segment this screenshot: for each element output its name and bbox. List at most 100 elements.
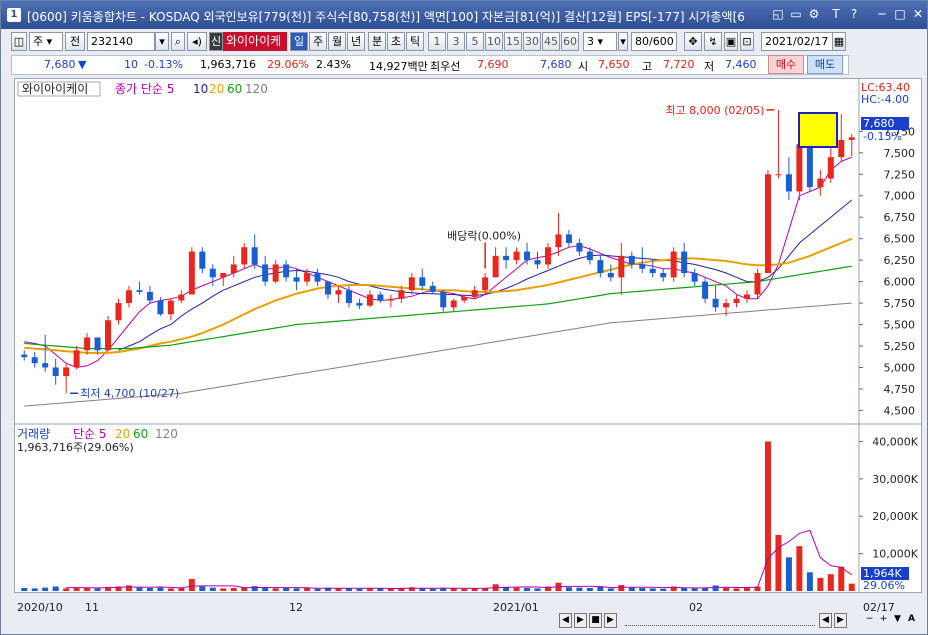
candle-body: [314, 273, 321, 282]
volume-legend-period: 120: [155, 427, 178, 441]
tick-3[interactable]: 3: [447, 32, 465, 51]
volume-bar: [387, 588, 394, 591]
nav-first-icon[interactable]: ◀: [559, 613, 572, 628]
best-ask: 7,690: [477, 58, 509, 71]
nav-plus-icon[interactable]: +: [877, 613, 890, 628]
interval-select[interactable]: 3 ▾: [583, 32, 617, 51]
candle-body: [136, 290, 143, 292]
best-bid: 7,680: [540, 58, 572, 71]
volume-bar: [429, 588, 436, 591]
speaker-icon[interactable]: ◂): [187, 32, 207, 51]
buy-button[interactable]: 매수: [768, 55, 804, 74]
period-minute[interactable]: 분: [368, 32, 386, 51]
volume-bar: [649, 588, 656, 591]
candle-body: [534, 260, 541, 265]
code-dropdown-icon[interactable]: ▾: [155, 32, 169, 51]
chart-area[interactable]: 7,750 7,500 7,250 7,000 6,750 6,500 6,250 6,000…: [14, 78, 922, 614]
settings-icon[interactable]: ⚙: [807, 7, 821, 22]
search-icon[interactable]: ⌕: [171, 32, 185, 51]
count-input[interactable]: 80/600: [631, 32, 677, 51]
period-second[interactable]: 초: [387, 32, 405, 51]
last-change-label: -0.13%: [863, 130, 902, 143]
volume-bar: [848, 583, 855, 591]
layout-icon[interactable]: ▭: [789, 7, 803, 22]
period-select[interactable]: 주 ▾: [29, 32, 63, 51]
period-week[interactable]: 주: [309, 32, 327, 51]
volume-ma5-line: [66, 529, 853, 590]
help-icon[interactable]: ?: [847, 7, 861, 22]
tick-45[interactable]: 45: [542, 32, 560, 51]
calendar-icon[interactable]: ▦: [832, 32, 846, 51]
text-icon[interactable]: T: [829, 7, 843, 22]
price-tick-label: 7,500: [884, 147, 916, 160]
nav-stop-icon[interactable]: ■: [589, 613, 602, 628]
date-input[interactable]: 2021/02/17: [761, 32, 833, 51]
menu-icon[interactable]: ◫: [11, 32, 27, 51]
tick-10[interactable]: 10: [485, 32, 503, 51]
tick-1[interactable]: 1: [428, 32, 446, 51]
volume-bar: [63, 588, 70, 591]
candle-body: [576, 242, 583, 252]
period-year[interactable]: 년: [347, 32, 365, 51]
tick-30[interactable]: 30: [523, 32, 541, 51]
high-annotation: 최고 8,000 (02/05): [665, 104, 764, 117]
period-day[interactable]: 일: [290, 32, 308, 51]
code-input[interactable]: 232140: [87, 32, 155, 51]
price-tick-label: 4,750: [884, 383, 916, 396]
nav-zoom-in-icon[interactable]: ▶: [834, 613, 847, 628]
tick-15[interactable]: 15: [504, 32, 522, 51]
candle-body: [785, 174, 792, 192]
lock-icon[interactable]: ⊡: [740, 32, 754, 51]
candle-body: [586, 251, 593, 261]
nav-up-icon[interactable]: ▼: [891, 613, 904, 628]
tick-5[interactable]: 5: [466, 32, 484, 51]
volume-bar: [314, 588, 321, 591]
chart-tools-icon[interactable]: ✥: [684, 32, 702, 51]
candle-body: [125, 290, 132, 304]
candle-body: [524, 251, 531, 261]
volume-tick-label: 40,000K: [872, 435, 918, 448]
minimize-icon[interactable]: ─: [875, 7, 889, 22]
volume-legend-period: 20: [115, 427, 130, 441]
chart-canvas[interactable]: 7,7507,5007,2507,0006,7506,5006,2506,000…: [15, 79, 921, 617]
candle-body: [649, 268, 656, 274]
candle-body: [691, 273, 698, 282]
shin-button[interactable]: 신: [209, 32, 223, 51]
prev-button[interactable]: 전: [65, 32, 85, 51]
price-legend-label: 종가 단순 5: [115, 82, 174, 96]
sell-button[interactable]: 매도: [807, 55, 843, 74]
candle-body: [440, 291, 447, 308]
nav-zoom-out-icon[interactable]: ◀: [819, 613, 832, 628]
link-icon[interactable]: ◱: [771, 7, 785, 22]
quote-change: 10: [124, 58, 138, 71]
candle-body: [115, 303, 122, 321]
price-tick-label: 7,000: [884, 190, 916, 203]
nav-auto-icon[interactable]: A: [905, 613, 918, 628]
open-label: 시: [578, 60, 589, 73]
indicator-icon[interactable]: ↯: [704, 32, 722, 51]
volume-bar: [199, 586, 206, 591]
nav-minus-icon[interactable]: −: [863, 613, 876, 628]
maximize-icon[interactable]: □: [893, 7, 907, 22]
volume-bar: [597, 586, 604, 591]
save-icon[interactable]: ▣: [724, 32, 738, 51]
nav-scale[interactable]: [625, 616, 815, 626]
candle-body: [408, 277, 415, 291]
tick-60[interactable]: 60: [561, 32, 579, 51]
volume-bar: [524, 588, 531, 591]
candle-body: [429, 285, 436, 292]
candle-body: [31, 357, 38, 364]
volume-bar: [576, 587, 583, 591]
volume-bar: [345, 588, 352, 591]
nav-next-icon[interactable]: ▶: [604, 613, 617, 628]
period-month[interactable]: 월: [328, 32, 346, 51]
chart-navigator: ◀ ▶ ■ ▶ ◀ ▶ − + ▼ A: [1, 610, 927, 634]
candle-body: [199, 251, 206, 269]
interval-dropdown-icon[interactable]: ▾: [618, 32, 628, 51]
nav-play-icon[interactable]: ▶: [574, 613, 587, 628]
close-icon[interactable]: ✕: [911, 7, 925, 22]
candle-body: [733, 298, 740, 304]
quote-turnover: 2.43%: [316, 58, 351, 71]
stock-name: 와이아이케: [223, 32, 287, 51]
period-tick[interactable]: 틱: [406, 32, 424, 51]
